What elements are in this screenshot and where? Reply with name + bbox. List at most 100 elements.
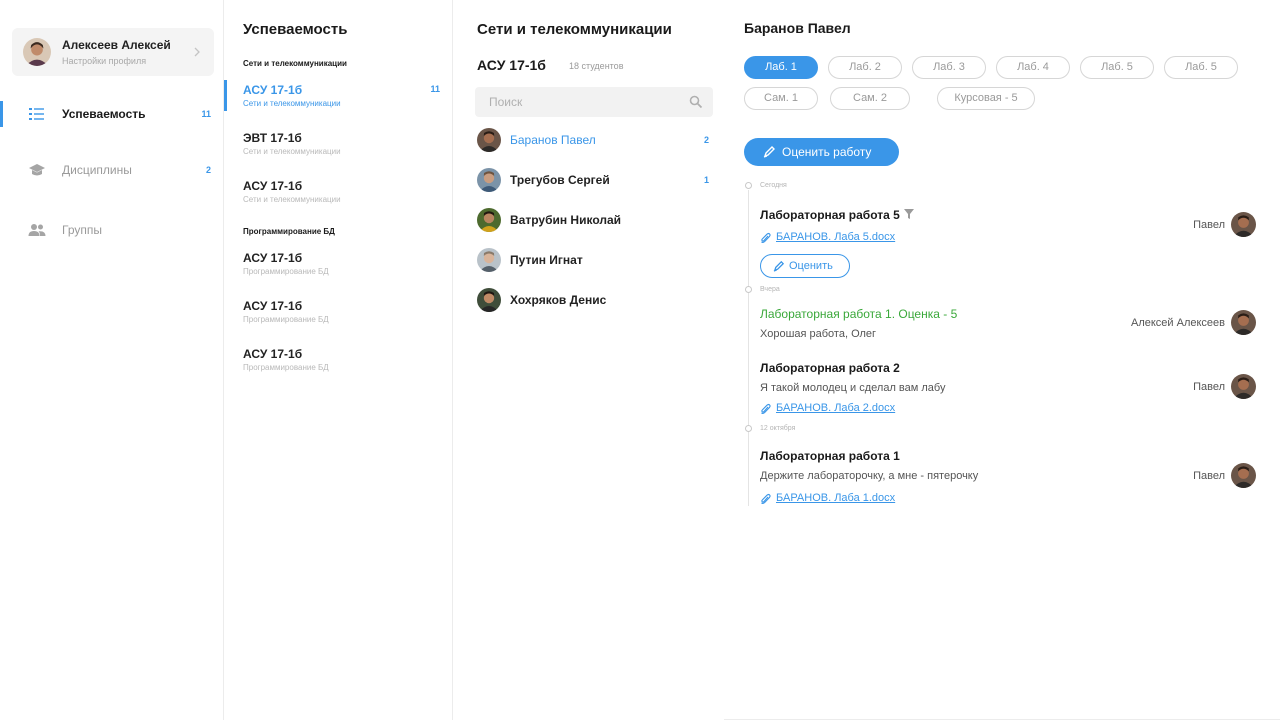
entry-text: Держите лабораторочку, а мне - пятерочку bbox=[760, 470, 979, 482]
nav-item-badge: 11 bbox=[201, 109, 211, 119]
evaluate-label: Оценить bbox=[789, 260, 833, 272]
profile-avatar bbox=[23, 38, 51, 66]
timeline-date: Сегодня bbox=[760, 182, 787, 189]
discipline-title: Сети и телекоммуникации bbox=[477, 21, 672, 38]
section-title: Сети и телекоммуникации bbox=[243, 59, 347, 68]
student-name: Баранов Павел bbox=[510, 133, 596, 147]
student-item[interactable]: Путин Игнат bbox=[475, 248, 715, 274]
group-discipline: Программирование БД bbox=[243, 363, 329, 372]
student-avatar bbox=[477, 248, 501, 272]
entry-text: Хорошая работа, Олег bbox=[760, 328, 877, 340]
graduation-cap-icon bbox=[29, 164, 45, 176]
nav-item-groups[interactable]: Группы bbox=[0, 216, 223, 244]
student-item[interactable]: Баранов Павел 2 bbox=[475, 128, 715, 154]
entry-text: Я такой молодец и сделал вам лабу bbox=[760, 382, 946, 394]
entry-title: Лабораторная работа 5 bbox=[760, 208, 900, 222]
section-title: Программирование БД bbox=[243, 227, 335, 236]
student-item[interactable]: Ватрубин Николай bbox=[475, 208, 715, 234]
profile-name: Алексеев Алексей bbox=[62, 38, 171, 52]
tab-lab-5-extra[interactable]: Лаб. 5 bbox=[1164, 56, 1238, 79]
tab-coursework[interactable]: Курсовая - 5 bbox=[937, 87, 1035, 110]
student-avatar bbox=[477, 128, 501, 152]
timeline-date: 12 октября bbox=[760, 425, 796, 432]
author-avatar bbox=[1231, 463, 1256, 488]
timeline-dot bbox=[745, 182, 752, 189]
group-item[interactable]: ЭВТ 17-1б Сети и телекоммуникации bbox=[224, 128, 452, 162]
students-panel: Сети и телекоммуникации АСУ 17-1б 18 сту… bbox=[453, 0, 724, 720]
student-avatar bbox=[477, 168, 501, 192]
group-item[interactable]: АСУ 17-1б Сети и телекоммуникации bbox=[224, 176, 452, 210]
student-title: Баранов Павел bbox=[744, 20, 851, 36]
student-name: Хохряков Денис bbox=[510, 293, 607, 307]
author-avatar bbox=[1231, 212, 1256, 237]
student-detail-panel: Баранов Павел Лаб. 1 Лаб. 2 Лаб. 3 Лаб. … bbox=[724, 0, 1280, 720]
author-avatar bbox=[1231, 310, 1256, 335]
rate-work-label: Оценить работу bbox=[782, 145, 872, 159]
tab-lab-1[interactable]: Лаб. 1 bbox=[744, 56, 818, 79]
rate-work-button[interactable]: Оценить работу bbox=[744, 138, 899, 166]
group-name: АСУ 17-1б bbox=[243, 251, 303, 265]
paperclip-icon bbox=[761, 232, 771, 243]
tab-self-2[interactable]: Сам. 2 bbox=[830, 87, 910, 110]
group-item[interactable]: АСУ 17-1б Программирование БД bbox=[224, 296, 452, 330]
group-item[interactable]: АСУ 17-1б Программирование БД bbox=[224, 248, 452, 282]
group-name: АСУ 17-1б bbox=[243, 299, 303, 313]
evaluate-button[interactable]: Оценить bbox=[760, 254, 850, 278]
list-icon bbox=[29, 108, 44, 120]
student-item[interactable]: Трегубов Сергей 1 bbox=[475, 168, 715, 194]
group-name: АСУ 17-1б bbox=[243, 347, 303, 361]
group-badge: 11 bbox=[430, 84, 440, 94]
people-icon bbox=[28, 224, 46, 236]
nav-item-badge: 2 bbox=[205, 165, 211, 175]
paperclip-icon bbox=[761, 403, 771, 414]
attachment-link[interactable]: БАРАНОВ. Лаба 1.docx bbox=[776, 492, 895, 504]
student-badge: 1 bbox=[703, 175, 709, 185]
entry-author: Алексей Алексеев bbox=[1130, 317, 1225, 329]
student-name: Ватрубин Николай bbox=[510, 213, 622, 227]
group-title: АСУ 17-1б bbox=[477, 57, 546, 73]
filter-icon[interactable] bbox=[903, 208, 915, 220]
group-discipline: Программирование БД bbox=[243, 315, 329, 324]
attachment-link[interactable]: БАРАНОВ. Лаба 5.docx bbox=[776, 231, 895, 243]
group-name: АСУ 17-1б bbox=[243, 83, 303, 97]
tab-lab-2[interactable]: Лаб. 2 bbox=[828, 56, 902, 79]
attachment-link[interactable]: БАРАНОВ. Лаба 2.docx bbox=[776, 402, 895, 414]
pen-icon bbox=[763, 146, 775, 158]
group-discipline: Сети и телекоммуникации bbox=[243, 195, 341, 204]
entry-author: Павел bbox=[1193, 381, 1225, 393]
tab-lab-3[interactable]: Лаб. 3 bbox=[912, 56, 986, 79]
nav-item-performance[interactable]: Успеваемость 11 bbox=[0, 100, 223, 128]
panel-title: Успеваемость bbox=[243, 21, 348, 38]
student-count: 18 студентов bbox=[569, 61, 624, 71]
group-item[interactable]: АСУ 17-1б Программирование БД bbox=[224, 344, 452, 378]
timeline-date: Вчера bbox=[760, 286, 780, 293]
entry-title: Лабораторная работа 1 bbox=[760, 449, 900, 463]
nav-item-disciplines[interactable]: Дисциплины 2 bbox=[0, 156, 223, 184]
tab-self-1[interactable]: Сам. 1 bbox=[744, 87, 818, 110]
search-icon[interactable] bbox=[689, 95, 703, 109]
timeline-dot bbox=[745, 286, 752, 293]
timeline-dot bbox=[745, 425, 752, 432]
main-navigation: Алексеев Алексей Настройки профиля Успев… bbox=[0, 0, 224, 720]
student-item[interactable]: Хохряков Денис bbox=[475, 288, 715, 314]
group-name: ЭВТ 17-1б bbox=[243, 131, 302, 145]
tab-lab-4[interactable]: Лаб. 4 bbox=[996, 56, 1070, 79]
nav-item-label: Дисциплины bbox=[62, 163, 132, 177]
group-discipline: Сети и телекоммуникации bbox=[243, 147, 341, 156]
chevron-right-icon bbox=[194, 47, 200, 57]
group-item[interactable]: АСУ 17-1б Сети и телекоммуникации 11 bbox=[224, 80, 452, 114]
tab-lab-5[interactable]: Лаб. 5 bbox=[1080, 56, 1154, 79]
profile-settings-link[interactable]: Настройки профиля bbox=[62, 56, 146, 66]
groups-panel: Успеваемость Сети и телекоммуникации АСУ… bbox=[224, 0, 453, 720]
pen-icon bbox=[773, 260, 785, 272]
entry-author: Павел bbox=[1193, 470, 1225, 482]
author-avatar bbox=[1231, 374, 1256, 399]
profile-card[interactable]: Алексеев Алексей Настройки профиля bbox=[12, 28, 214, 76]
nav-item-label: Группы bbox=[62, 223, 102, 237]
paperclip-icon bbox=[761, 493, 771, 504]
student-name: Трегубов Сергей bbox=[510, 173, 610, 187]
group-name: АСУ 17-1б bbox=[243, 179, 303, 193]
search-input[interactable] bbox=[489, 94, 679, 110]
timeline-line bbox=[748, 190, 749, 506]
student-avatar bbox=[477, 208, 501, 232]
